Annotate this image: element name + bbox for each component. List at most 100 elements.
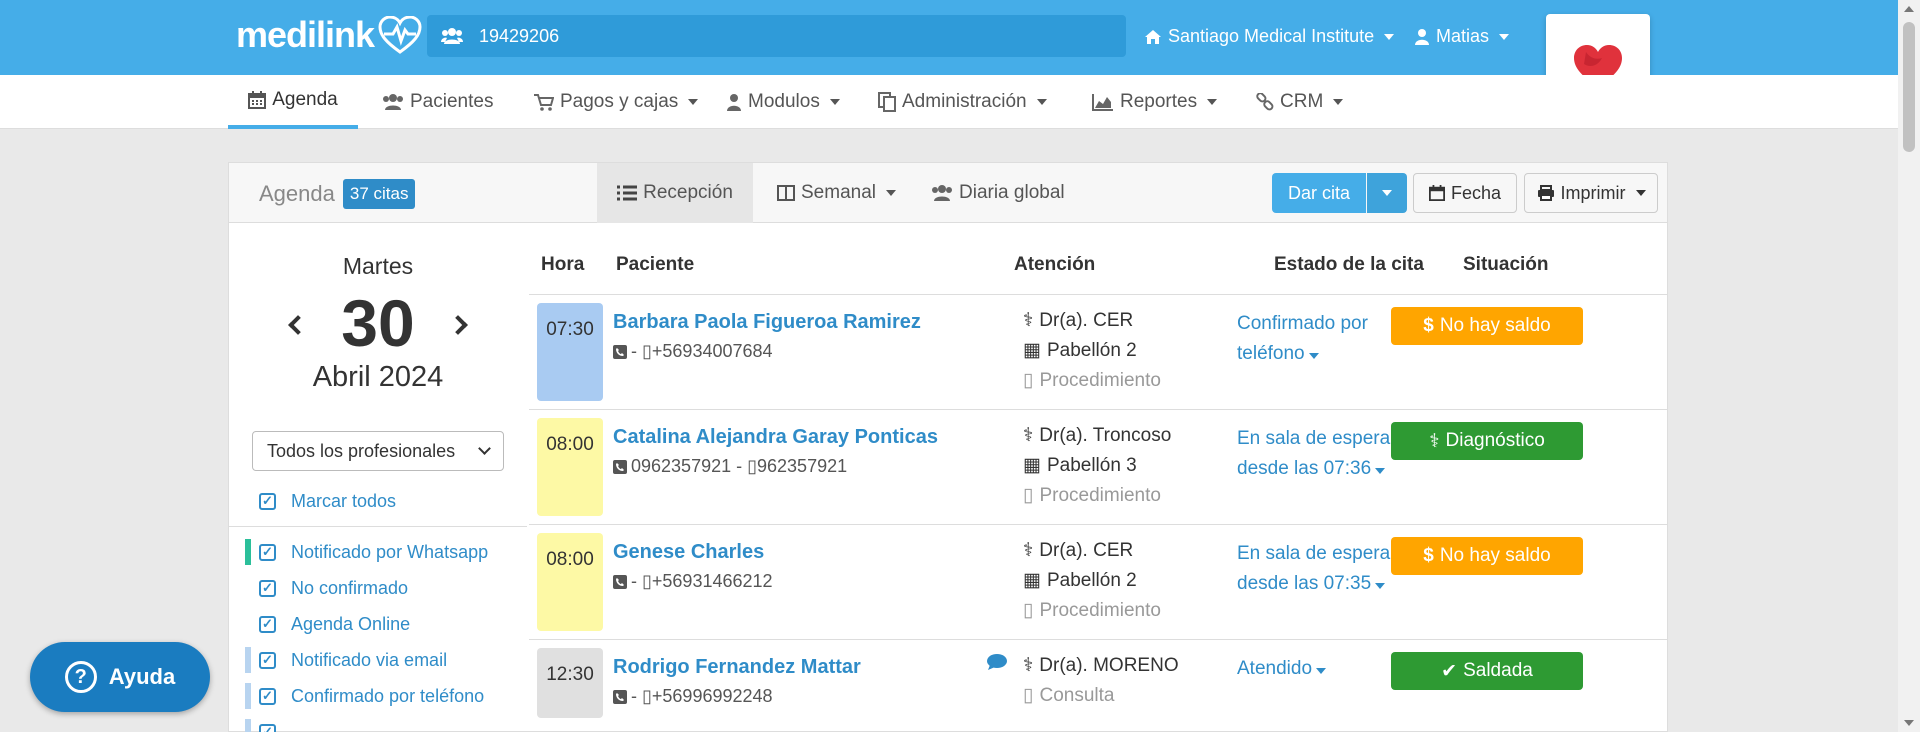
col-header-estado: Estado de la cita — [1274, 254, 1424, 275]
institute-dropdown[interactable]: Santiago Medical Institute — [1144, 26, 1395, 47]
calendar-icon — [1428, 185, 1445, 201]
patient-name-link[interactable]: Genese Charles — [613, 541, 764, 564]
users-icon — [441, 27, 463, 45]
nav-agenda[interactable]: Agenda — [228, 75, 358, 129]
doctor-icon: ⚕ — [1023, 310, 1034, 331]
caret-down-icon — [1384, 33, 1395, 40]
checkbox-icon[interactable]: ✓ — [259, 543, 276, 561]
file-icon: ▯ — [1023, 600, 1034, 621]
checkbox-icon[interactable]: ✓ — [259, 579, 276, 597]
patient-search-box[interactable] — [427, 15, 1126, 57]
patient-name-link[interactable]: Rodrigo Fernandez Mattar — [613, 656, 861, 679]
room-label: ▦ Pabellón 2 — [1023, 569, 1137, 592]
filter-no-confirmado[interactable]: ✓ No confirmado — [229, 573, 527, 603]
room-label: ▦ Pabellón 2 — [1023, 339, 1137, 362]
nav-modulos[interactable]: Modulos — [726, 75, 840, 129]
time-slot[interactable]: 07:30 — [537, 303, 603, 401]
dollar-icon: $ — [1423, 545, 1434, 566]
link-icon — [1256, 93, 1274, 111]
table-row[interactable]: 08:00 Catalina Alejandra Garay Ponticas … — [529, 409, 1667, 524]
filter-confirmado-telefono[interactable]: ✓ Confirmado por teléfono — [229, 681, 527, 711]
checkbox-icon[interactable]: ✓ — [259, 687, 276, 705]
caret-down-icon — [886, 190, 896, 196]
chevron-down-icon — [478, 442, 491, 455]
table-row[interactable]: 12:30 Rodrigo Fernandez Mattar - ▯+56996… — [529, 639, 1667, 732]
caret-down-icon — [1635, 190, 1646, 196]
doctor-label: ⚕ Dr(a). MORENO — [1023, 654, 1179, 677]
phone-icon — [613, 459, 627, 474]
calendar-icon — [248, 91, 267, 109]
appointment-status-dropdown[interactable]: En sala de espera desde las 07:36 — [1237, 424, 1407, 484]
col-header-paciente: Paciente — [616, 254, 695, 275]
nav-reportes[interactable]: Reportes — [1092, 75, 1218, 129]
filter-agenda-online[interactable]: ✓ Agenda Online — [229, 609, 527, 639]
patient-phone: 0962357921 - ▯962357921 — [613, 456, 847, 477]
dar-cita-button[interactable]: Dar cita — [1272, 173, 1366, 213]
filter-whatsapp[interactable]: ✓ Notificado por Whatsapp — [229, 537, 527, 567]
doctor-icon — [726, 93, 742, 111]
table-row[interactable]: 08:00 Genese Charles - ▯+56931466212 ⚕ Dr… — [529, 524, 1667, 639]
nav-pagos-y-cajas[interactable]: Pagos y cajas — [534, 75, 699, 129]
nav-pacientes[interactable]: Pacientes — [382, 75, 493, 129]
nav-crm[interactable]: CRM — [1256, 75, 1344, 129]
caret-down-icon — [688, 99, 699, 105]
caret-down-icon — [1499, 33, 1510, 40]
professional-select[interactable]: Todos los profesionales — [252, 431, 504, 471]
appointment-status-dropdown[interactable]: Atendido — [1237, 654, 1407, 684]
room-label: ▦ Pabellón 3 — [1023, 454, 1137, 477]
print-icon — [1537, 185, 1555, 201]
fecha-button[interactable]: Fecha — [1413, 173, 1517, 213]
appointment-status-dropdown[interactable]: En sala de espera desde las 07:35 — [1237, 539, 1407, 599]
checkbox-icon[interactable]: ✓ — [259, 615, 276, 633]
appointment-status-dropdown[interactable]: Confirmado por teléfono — [1237, 309, 1407, 369]
appointment-type: ▯ Procedimiento — [1023, 369, 1161, 392]
patient-name-link[interactable]: Barbara Paola Figueroa Ramirez — [613, 311, 921, 334]
file-icon: ▯ — [1023, 485, 1034, 506]
situation-badge[interactable]: $ No hay saldo — [1391, 537, 1583, 575]
doctor-icon: ⚕ — [1023, 540, 1034, 561]
medilink-logo[interactable]: medilink — [236, 14, 422, 56]
situation-badge[interactable]: $ No hay saldo — [1391, 307, 1583, 345]
caret-down-icon — [1375, 468, 1386, 474]
dollar-icon: $ — [1423, 315, 1434, 336]
nav-administracion[interactable]: Administración — [878, 75, 1047, 129]
tab-semanal[interactable]: Semanal — [777, 163, 896, 223]
situation-badge[interactable]: ✔ Saldada — [1391, 652, 1583, 690]
scroll-down-arrow-icon[interactable] — [1904, 720, 1914, 726]
caret-down-icon — [829, 99, 840, 105]
user-dropdown[interactable]: Matias — [1414, 26, 1510, 47]
chat-icon[interactable] — [987, 654, 1007, 670]
page-scrollbar[interactable] — [1898, 0, 1920, 732]
scroll-up-arrow-icon[interactable] — [1904, 6, 1914, 12]
checkbox-icon[interactable]: ✓ — [259, 723, 276, 732]
main-nav: Agenda Pacientes Pagos y cajas Modulos A… — [0, 75, 1898, 129]
dar-cita-dropdown-toggle[interactable] — [1367, 173, 1407, 213]
patient-name-link[interactable]: Catalina Alejandra Garay Ponticas — [613, 426, 938, 449]
help-button[interactable]: ? Ayuda — [30, 642, 210, 712]
phone-icon — [613, 574, 627, 589]
home-icon — [1144, 29, 1162, 45]
tab-diaria-global[interactable]: Diaria global — [931, 163, 1065, 223]
situation-badge[interactable]: ⚕ Diagnóstico — [1391, 422, 1583, 460]
table-row[interactable]: 07:30 Barbara Paola Figueroa Ramirez - ▯… — [529, 294, 1667, 409]
tab-recepcion[interactable]: Recepción — [597, 163, 753, 223]
time-slot[interactable]: 08:00 — [537, 533, 603, 631]
cart-icon — [534, 93, 554, 111]
scrollbar-thumb[interactable] — [1903, 22, 1915, 152]
filter-partial[interactable]: ✓ — [229, 717, 527, 732]
time-slot[interactable]: 08:00 — [537, 418, 603, 516]
imprimir-button[interactable]: Imprimir — [1524, 173, 1658, 213]
patient-phone: - ▯+56931466212 — [613, 571, 773, 592]
caret-down-icon — [1207, 99, 1218, 105]
building-icon: ▦ — [1023, 455, 1041, 476]
search-input[interactable] — [479, 25, 1079, 47]
checkbox-icon[interactable]: ✓ — [259, 492, 276, 510]
filter-marcar-todos[interactable]: ✓ Marcar todos — [229, 486, 527, 516]
time-slot[interactable]: 12:30 — [537, 648, 603, 718]
caret-down-icon — [1382, 190, 1392, 196]
doctor-icon: ⚕ — [1429, 430, 1440, 452]
filter-email[interactable]: ✓ Notificado via email — [229, 645, 527, 675]
users-icon — [931, 184, 953, 202]
checkbox-icon[interactable]: ✓ — [259, 651, 276, 669]
agenda-panel: Agenda 37 citas Recepción Semanal Diaria… — [228, 162, 1668, 732]
